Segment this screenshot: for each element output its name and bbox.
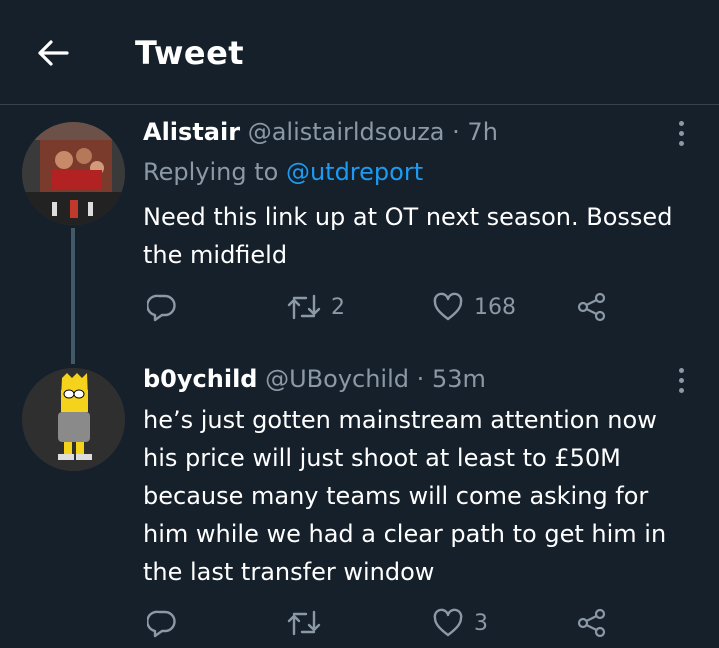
retweet-icon	[287, 294, 321, 320]
reply-button[interactable]	[147, 608, 187, 638]
heart-icon	[433, 608, 463, 637]
more-options-button[interactable]	[666, 118, 696, 148]
separator-dot: ·	[452, 118, 460, 146]
like-button[interactable]: 3	[432, 608, 488, 638]
avatar-photo	[22, 122, 125, 225]
tweet-actions: 3	[0, 608, 719, 648]
back-button[interactable]	[34, 34, 72, 72]
share-button[interactable]	[577, 608, 607, 638]
like-count: 168	[474, 294, 516, 320]
avatar-illustration	[22, 368, 125, 471]
tweet-text-line: because many teams will come asking for	[143, 482, 649, 510]
retweet-icon	[287, 610, 321, 636]
replying-to-label: Replying to	[143, 158, 279, 186]
avatar[interactable]	[22, 122, 125, 225]
retweet-button[interactable]	[287, 608, 331, 638]
more-options-button[interactable]	[666, 365, 696, 395]
arrow-left-icon	[38, 40, 69, 66]
tweet-text: Need this link up at OT next season. Bos…	[143, 198, 703, 274]
tweet-text-line: the midfield	[143, 241, 288, 269]
author-name[interactable]: b0ychild	[143, 365, 257, 393]
author-handle[interactable]: @alistairldsouza	[248, 118, 445, 146]
share-icon	[577, 608, 606, 638]
app-header: Tweet	[0, 0, 719, 105]
avatar[interactable]	[22, 368, 125, 471]
share-icon	[577, 292, 606, 322]
retweet-count: 2	[331, 294, 345, 320]
tweet-text-line: Need this link up at OT next season. Bos…	[143, 203, 673, 231]
replying-to-handle[interactable]: @utdreport	[286, 158, 423, 186]
tweet-author-row: b0ychild @UBoychild · 53m	[143, 365, 486, 393]
like-button[interactable]: 168	[432, 292, 516, 322]
reply-button[interactable]	[147, 292, 187, 322]
reply-icon	[147, 294, 176, 322]
like-count: 3	[474, 610, 488, 636]
reply-icon	[147, 610, 176, 638]
more-dots-icon	[678, 120, 684, 126]
separator-dot: ·	[416, 365, 425, 393]
page-title: Tweet	[135, 34, 245, 72]
tweet-text-line: him while we had a clear path to get him…	[143, 520, 667, 548]
tweet-author-row: Alistair @alistairldsouza · 7h	[143, 118, 498, 146]
tweet-text: he’s just gotten mainstream attention no…	[143, 401, 703, 591]
author-handle[interactable]: @UBoychild	[265, 365, 409, 393]
retweet-button[interactable]: 2	[287, 292, 345, 322]
share-button[interactable]	[577, 292, 607, 322]
tweet-text-line: the last transfer window	[143, 558, 435, 586]
replying-to: Replying to @utdreport	[143, 158, 423, 186]
thread-connector-line	[71, 228, 75, 364]
more-dots-icon	[678, 367, 684, 373]
author-name[interactable]: Alistair	[143, 118, 240, 146]
tweet-time[interactable]: 53m	[432, 365, 486, 393]
heart-icon	[433, 292, 463, 321]
tweet-text-line: he’s just gotten mainstream attention no…	[143, 406, 657, 434]
tweet-text-line: his price will just shoot at least to £5…	[143, 444, 621, 472]
tweet-actions: 2 168	[0, 292, 719, 332]
tweet-time[interactable]: 7h	[467, 118, 497, 146]
